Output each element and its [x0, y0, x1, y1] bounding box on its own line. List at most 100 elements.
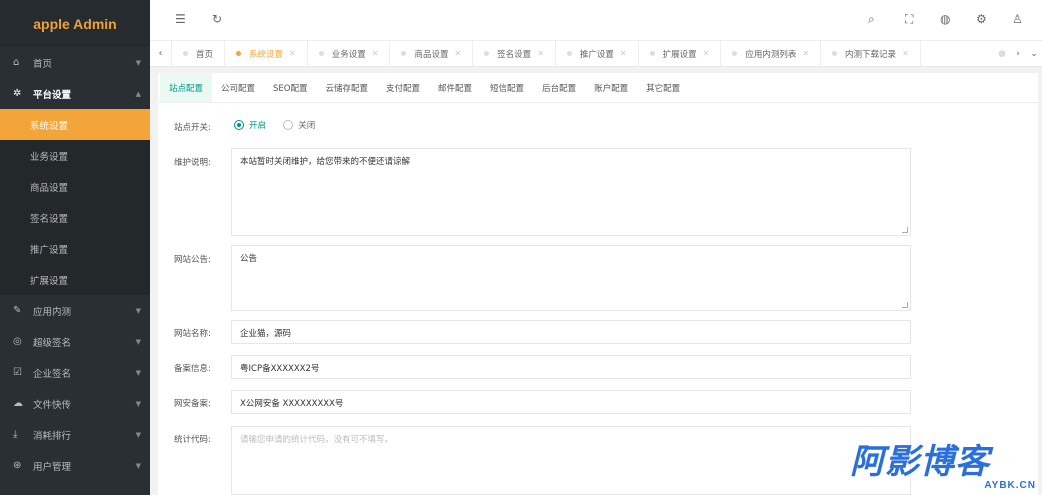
config-tabs: 站点配置 公司配置 SEO配置 云储存配置 支付配置 邮件配置 短信配置 后台配…: [158, 73, 1038, 103]
tab-goods-settings[interactable]: 商品设置 ✕: [390, 40, 474, 67]
site-switch-off-radio[interactable]: 关闭: [283, 119, 315, 131]
gear-icon: ✲: [13, 88, 22, 99]
config-tab-admin[interactable]: 后台配置: [533, 73, 585, 102]
sidebar-item-label: 首页: [33, 58, 53, 70]
site-switch-on-radio[interactable]: 开启: [234, 119, 266, 131]
site-name-label: 网站名称:: [174, 329, 211, 339]
menu-toggle-icon[interactable]: ☰: [175, 12, 186, 26]
chevron-down-icon: ▼: [135, 58, 141, 67]
sidebar: apple Admin ⌂ 首页 ▼ ✲ 平台设置 ▲ 系统设置 业务设置 商品…: [0, 0, 150, 495]
chevron-down-icon: ▼: [135, 399, 141, 408]
close-icon[interactable]: ✕: [703, 49, 710, 58]
close-icon[interactable]: ✕: [802, 49, 809, 58]
maintenance-label: 维护说明:: [174, 158, 211, 168]
tab-label: 内测下载记录: [845, 49, 897, 60]
tab-dot: [832, 51, 838, 56]
tab-label: 首页: [196, 49, 214, 60]
config-tab-mail[interactable]: 邮件配置: [429, 73, 481, 102]
config-tab-site[interactable]: 站点配置: [160, 73, 213, 102]
close-icon[interactable]: ✕: [372, 49, 379, 58]
watermark-text: 阿影博客: [850, 442, 990, 482]
sidebar-subitem-promotion[interactable]: 推广设置: [0, 233, 150, 264]
chevron-down-icon: ▼: [135, 461, 141, 470]
watermark-logo: 阿影博客 AYBK.CN: [850, 443, 1040, 493]
config-tab-sms[interactable]: 短信配置: [481, 73, 533, 102]
chevron-down-icon: ▼: [135, 306, 141, 315]
user-icon[interactable]: ♙: [1012, 12, 1023, 26]
user-circle-icon: ⊛: [13, 460, 22, 471]
sidebar-item-label: 文件快传: [33, 399, 72, 411]
sidebar-item-file-transfer[interactable]: ☁ 文件快传 ▼: [0, 388, 150, 419]
tab-label: 应用内测列表: [745, 49, 797, 60]
close-icon[interactable]: ✕: [454, 49, 461, 58]
pen-icon: ✎: [13, 305, 22, 316]
chevron-up-icon: ▲: [135, 89, 141, 98]
sidebar-subitem-extension[interactable]: 扩展设置: [0, 264, 150, 295]
sidebar-item-enterprise-signature[interactable]: ☑ 企业签名 ▼: [0, 357, 150, 388]
close-icon[interactable]: ✕: [620, 49, 627, 58]
fullscreen-icon[interactable]: ⛶: [905, 12, 913, 27]
config-tab-other[interactable]: 其它配置: [637, 73, 689, 102]
config-tab-payment[interactable]: 支付配置: [377, 73, 429, 102]
tab-signature-settings[interactable]: 签名设置 ✕: [473, 40, 556, 67]
notice-textarea[interactable]: 公告: [231, 245, 911, 311]
tabs-next-icon[interactable]: ›: [1010, 49, 1026, 59]
sidebar-subitem-goods[interactable]: 商品设置: [0, 171, 150, 202]
stats-code-textarea[interactable]: 请输您申请的统计代码，没有可不填写。: [231, 426, 911, 495]
tab-dot: [236, 51, 242, 56]
close-icon[interactable]: ✕: [289, 49, 296, 58]
tab-label: 扩展设置: [662, 49, 697, 60]
tab-app-beta-list[interactable]: 应用内测列表 ✕: [721, 40, 822, 67]
tabs-dropdown-icon[interactable]: ⌄: [1026, 49, 1042, 59]
icp-input[interactable]: 粤ICP备XXXXXX2号: [231, 355, 911, 379]
tab-dot-icon: ●: [998, 49, 1006, 59]
icp-label: 备案信息:: [174, 364, 211, 374]
tab-label: 商品设置: [414, 49, 449, 60]
sidebar-item-app-beta[interactable]: ✎ 应用内测 ▼: [0, 295, 150, 326]
settings-icon[interactable]: ⚙: [976, 12, 987, 26]
chevron-down-icon: ▼: [135, 430, 141, 439]
tab-beta-download-records[interactable]: 内测下载记录 ✕: [821, 40, 921, 67]
sidebar-item-label: 企业签名: [33, 368, 72, 380]
config-tab-cloud-storage[interactable]: 云储存配置: [317, 73, 378, 102]
chevron-down-icon: ▼: [135, 368, 141, 377]
page-tabs: ‹ 首页 系统设置 ✕ 业务设置 ✕ 商品设置 ✕ 签名设置 ✕ 推广设置 ✕ …: [150, 40, 1042, 67]
sidebar-item-label: 超级签名: [33, 337, 72, 349]
sidebar-item-label: 消耗排行: [33, 430, 72, 442]
sidebar-item-label: 用户管理: [33, 461, 72, 473]
config-tab-seo[interactable]: SEO配置: [264, 73, 316, 102]
sidebar-subitem-signature[interactable]: 签名设置: [0, 202, 150, 233]
config-tab-account[interactable]: 账户配置: [585, 73, 637, 102]
globe-icon[interactable]: ◍: [940, 12, 950, 26]
site-name-input[interactable]: 企业猫，源码: [231, 320, 911, 344]
tab-dot: [649, 51, 655, 56]
police-record-input[interactable]: X公网安备 XXXXXXXXX号: [231, 390, 911, 414]
search-icon[interactable]: ⌕: [868, 12, 875, 27]
close-icon[interactable]: ✕: [902, 49, 909, 58]
tab-system-settings[interactable]: 系统设置 ✕: [225, 40, 308, 67]
refresh-icon[interactable]: ↻: [212, 12, 222, 26]
radio-unchecked-icon: [283, 120, 294, 130]
tab-label: 业务设置: [331, 49, 366, 60]
config-tab-company[interactable]: 公司配置: [212, 73, 264, 102]
radio-checked-icon: [234, 120, 244, 130]
close-icon[interactable]: ✕: [537, 49, 544, 58]
tab-promotion-settings[interactable]: 推广设置 ✕: [556, 40, 639, 67]
sidebar-item-home[interactable]: ⌂ 首页 ▼: [0, 47, 150, 78]
sidebar-subitem-system[interactable]: 系统设置: [0, 109, 150, 140]
sidebar-item-consumption-rank[interactable]: ⤓ 消耗排行 ▼: [0, 419, 150, 450]
top-header: ☰ ↻ ⌕ ⛶ ◍ ⚙ ♙: [150, 0, 1042, 41]
tab-label: 系统设置: [249, 49, 284, 60]
sidebar-item-user-management[interactable]: ⊛ 用户管理 ▼: [0, 450, 150, 481]
tab-dot: [484, 51, 490, 56]
tab-extension-settings[interactable]: 扩展设置 ✕: [639, 40, 722, 67]
sidebar-item-super-signature[interactable]: ◎ 超级签名 ▼: [0, 326, 150, 357]
tab-business-settings[interactable]: 业务设置 ✕: [308, 40, 391, 67]
radio-label: 关闭: [298, 121, 316, 131]
tabs-prev-icon[interactable]: ‹: [150, 40, 172, 67]
sidebar-item-platform-settings[interactable]: ✲ 平台设置 ▲: [0, 78, 150, 109]
sidebar-subitem-business[interactable]: 业务设置: [0, 140, 150, 171]
tab-dot: [732, 51, 738, 56]
tab-home[interactable]: 首页: [172, 40, 226, 67]
maintenance-textarea[interactable]: 本站暂时关闭维护，给您带来的不便还请谅解: [231, 148, 911, 236]
